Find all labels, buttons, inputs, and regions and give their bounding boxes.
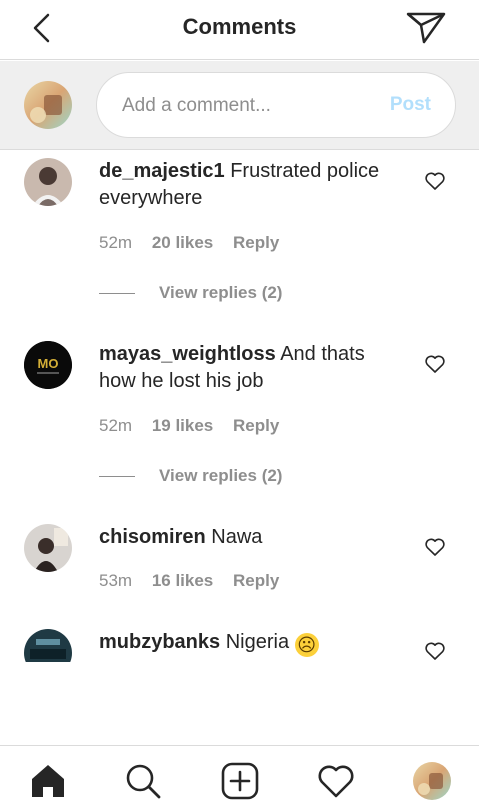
comment-composer: Add a comment... Post [0,61,479,150]
avatar-logo-text: MO [38,356,59,371]
reply-button[interactable]: Reply [233,233,279,252]
comment-text: mayas_weightloss And thats how he lost h… [99,341,399,395]
avatar[interactable] [24,629,72,662]
comment-meta: 52m 19 likes Reply [99,416,294,436]
comment-body: Nigeria [225,631,290,653]
comment-time: 52m [99,416,133,435]
current-user-avatar [24,81,72,129]
header: Comments [0,0,479,60]
view-replies-label: View replies (2) [159,466,283,485]
bottom-tab-bar [0,745,479,812]
comment-likes[interactable]: 20 likes [152,233,213,252]
reply-button[interactable]: Reply [233,571,279,590]
comment-time: 52m [99,233,133,252]
replies-divider [99,476,135,478]
avatar[interactable] [24,524,72,572]
like-heart-icon[interactable] [425,538,445,556]
comment-time: 53m [99,571,133,590]
avatar[interactable] [24,158,72,206]
comment-item: mubzybanks Nigeria ☹ [0,629,479,662]
comment-text: mubzybanks Nigeria ☹ [99,629,399,657]
comment-likes[interactable]: 19 likes [152,416,213,435]
comment-username[interactable]: mayas_weightloss [99,343,276,365]
comment-text: chisomiren Nawa [99,524,399,551]
replies-divider [99,293,135,295]
comment-username[interactable]: mubzybanks [99,631,220,653]
like-heart-icon[interactable] [425,355,445,373]
view-replies-label: View replies (2) [159,283,283,302]
comment-username[interactable]: chisomiren [99,526,206,548]
comment-likes[interactable]: 16 likes [152,571,213,590]
comment-body: Nawa [211,526,263,548]
comment-text: de_majestic1 Frustrated police everywher… [99,158,399,212]
comment-input-placeholder: Add a comment... [122,95,271,116]
activity-heart-icon[interactable] [317,762,355,800]
reply-button[interactable]: Reply [233,416,279,435]
home-icon[interactable] [29,762,67,800]
comment-meta: 52m 20 likes Reply [99,233,294,253]
search-icon[interactable] [124,762,162,800]
comment-input[interactable]: Add a comment... Post [96,72,456,138]
avatar[interactable]: MO [24,341,72,389]
comment-username[interactable]: de_majestic1 [99,160,225,182]
like-heart-icon[interactable] [425,642,445,660]
add-post-icon[interactable] [221,762,259,800]
view-replies-button[interactable]: View replies (2) [99,466,282,486]
post-button[interactable]: Post [390,94,431,116]
profile-avatar[interactable] [413,762,451,800]
view-replies-button[interactable]: View replies (2) [99,283,282,303]
frowning-face-icon: ☹ [294,633,319,657]
comment-meta: 53m 16 likes Reply [99,571,294,591]
paper-plane-icon[interactable] [404,8,448,46]
like-heart-icon[interactable] [425,172,445,190]
